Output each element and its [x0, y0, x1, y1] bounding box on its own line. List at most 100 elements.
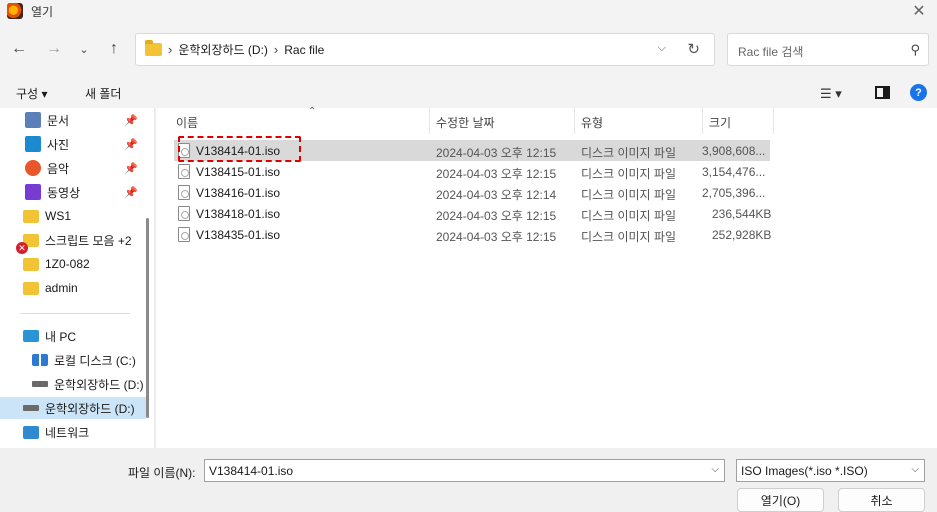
- sidebar-item-label: 운학외장하드 (D:): [54, 377, 144, 392]
- disc-image-file-icon: [178, 164, 190, 179]
- filetype-value: ISO Images(*.iso *.ISO): [741, 464, 868, 478]
- sidebar-item-label: admin: [45, 281, 78, 295]
- sidebar-item-drive-d-selected[interactable]: 운학외장하드 (D:): [0, 397, 146, 419]
- search-icon[interactable]: ⚲: [910, 42, 920, 58]
- footer-panel: 파일 이름(N): V138414-01.iso ⌵ ISO Images(*.…: [0, 448, 937, 512]
- cancel-button[interactable]: 취소: [838, 488, 925, 512]
- chevron-right-icon[interactable]: ›: [274, 42, 278, 57]
- file-size: 3,908,608...: [702, 144, 766, 158]
- filename-label: 파일 이름(N):: [128, 466, 196, 480]
- arrow-left-icon[interactable]: ←: [8, 38, 30, 60]
- sidebar-item-label: 운학외장하드 (D:): [45, 401, 135, 416]
- pin-icon[interactable]: 📌: [124, 186, 138, 199]
- navigation-bar: ← → ⌄ ↑ › 운학외장하드 (D:) › Rac file ⌵ ↻ Rac…: [0, 22, 937, 78]
- filetype-select[interactable]: ISO Images(*.iso *.ISO) ⌵: [736, 459, 925, 482]
- sidebar-item-label: 로컬 디스크 (C:): [54, 353, 136, 368]
- file-modified: 2024-04-03 오후 12:15: [436, 209, 557, 223]
- file-row[interactable]: V138415-01.iso 2024-04-03 오후 12:15 디스크 이…: [174, 161, 770, 182]
- sidebar-item-label: 내 PC: [45, 329, 77, 344]
- address-bar[interactable]: › 운학외장하드 (D:) › Rac file ⌵ ↻: [135, 33, 715, 66]
- network-icon: [23, 425, 39, 439]
- sidebar-item-videos[interactable]: 동영상 📌: [0, 181, 145, 203]
- arrow-right-icon[interactable]: →: [43, 38, 65, 60]
- filename-input[interactable]: V138414-01.iso ⌵: [204, 459, 725, 482]
- file-type: 디스크 이미지 파일: [581, 146, 676, 160]
- folder-icon: [23, 281, 39, 295]
- sidebar-item-music[interactable]: 음악 📌: [0, 157, 145, 179]
- sidebar-item-network[interactable]: 네트워크: [0, 421, 145, 443]
- search-placeholder: Rac file 검색: [738, 45, 804, 59]
- help-icon[interactable]: ?: [910, 84, 927, 101]
- sidebar-item-local-disk-c[interactable]: 로컬 디스크 (C:): [0, 349, 145, 371]
- folder-icon: [23, 257, 39, 271]
- breadcrumb-folder[interactable]: Rac file: [284, 43, 324, 57]
- organize-label: 구성: [16, 87, 39, 101]
- pictures-icon: [25, 136, 41, 152]
- column-label: 이름: [176, 116, 199, 130]
- sidebar-item-label: 사진: [47, 137, 70, 152]
- search-input[interactable]: Rac file 검색 ⚲: [727, 33, 929, 66]
- new-folder-button[interactable]: 새 폴더: [85, 85, 121, 102]
- column-header-size[interactable]: 크기: [703, 108, 774, 134]
- file-type: 디스크 이미지 파일: [581, 209, 676, 223]
- chevron-down-icon[interactable]: ⌵: [911, 464, 919, 475]
- sidebar-item-1z0-082[interactable]: 1Z0-082: [0, 253, 145, 275]
- file-modified: 2024-04-03 오후 12:15: [436, 230, 557, 244]
- sidebar-item-label: 네트워크: [45, 425, 90, 440]
- file-size: 3,154,476...: [702, 165, 766, 179]
- drive-icon: [32, 381, 48, 387]
- file-name: V138416-01.iso: [196, 186, 281, 200]
- pin-icon[interactable]: 📌: [124, 162, 138, 175]
- view-options-icon[interactable]: ☰ ▾: [820, 86, 842, 102]
- document-icon: [25, 112, 41, 128]
- chevron-right-icon[interactable]: ›: [168, 42, 172, 57]
- disc-image-file-icon: [178, 206, 190, 221]
- file-name: V138415-01.iso: [196, 165, 281, 179]
- open-button[interactable]: 열기(O): [737, 488, 824, 512]
- pin-icon[interactable]: 📌: [124, 114, 138, 127]
- sidebar-item-scripts[interactable]: ✕ 스크립트 모음 +2: [0, 229, 140, 254]
- chevron-down-icon[interactable]: ⌵: [711, 464, 719, 475]
- disc-image-file-icon: [178, 227, 190, 242]
- close-icon[interactable]: ✕: [907, 0, 931, 22]
- arrow-up-icon[interactable]: ↑: [103, 38, 125, 60]
- file-row[interactable]: V138435-01.iso 2024-04-03 오후 12:15 디스크 이…: [174, 224, 771, 245]
- folder-icon: [23, 209, 39, 223]
- organize-button[interactable]: 구성 ▾: [16, 85, 47, 102]
- file-row[interactable]: V138416-01.iso 2024-04-03 오후 12:14 디스크 이…: [174, 182, 770, 203]
- sidebar-item-documents[interactable]: 문서 📌: [0, 109, 145, 131]
- chevron-down-icon[interactable]: ⌄: [73, 38, 95, 60]
- sidebar-item-label: 문서: [47, 113, 70, 128]
- app-icon: [7, 3, 23, 19]
- sidebar-item-ws1[interactable]: WS1: [0, 205, 145, 227]
- refresh-icon[interactable]: ↻: [687, 40, 700, 58]
- sidebar-item-label: 동영상: [47, 185, 81, 200]
- windows-drive-icon: [32, 354, 48, 366]
- column-header-type[interactable]: 유형: [575, 108, 703, 134]
- divider: [20, 313, 130, 314]
- preview-pane-icon[interactable]: [875, 86, 890, 99]
- file-type: 디스크 이미지 파일: [581, 188, 676, 202]
- video-icon: [25, 184, 41, 200]
- file-modified: 2024-04-03 오후 12:15: [436, 146, 557, 160]
- file-name: V138418-01.iso: [196, 207, 281, 221]
- file-size: 2,705,396...: [702, 186, 766, 200]
- sidebar-item-pictures[interactable]: 사진 📌: [0, 133, 145, 155]
- pin-icon[interactable]: 📌: [124, 138, 138, 151]
- column-header-modified[interactable]: 수정한 날짜: [430, 108, 575, 134]
- sidebar-scrollbar[interactable]: [146, 218, 149, 418]
- title-bar: 열기 ✕: [0, 0, 937, 22]
- column-header-name[interactable]: 이름 ⌃: [170, 106, 430, 134]
- sidebar-item-label: 스크립트 모음 +2: [45, 233, 132, 248]
- sort-up-icon: ⌃: [308, 106, 317, 117]
- sidebar-item-admin[interactable]: admin: [0, 277, 145, 299]
- file-modified: 2024-04-03 오후 12:14: [436, 188, 557, 202]
- chevron-down-icon[interactable]: ⌵: [658, 42, 666, 55]
- file-row[interactable]: V138418-01.iso 2024-04-03 오후 12:15 디스크 이…: [174, 203, 771, 224]
- sidebar-item-this-pc[interactable]: 내 PC: [0, 325, 145, 347]
- breadcrumb-drive[interactable]: 운학외장하드 (D:): [178, 41, 268, 58]
- navigation-pane[interactable]: 문서 📌 사진 📌 음악 📌 동영상 📌 WS1 ✕ 스크립트 모음 +2 1Z…: [0, 108, 155, 448]
- command-bar: 구성 ▾ 새 폴더 ☰ ▾ ?: [0, 78, 937, 108]
- file-name: V138435-01.iso: [196, 228, 281, 242]
- sidebar-item-drive-d[interactable]: 운학외장하드 (D:): [0, 373, 145, 395]
